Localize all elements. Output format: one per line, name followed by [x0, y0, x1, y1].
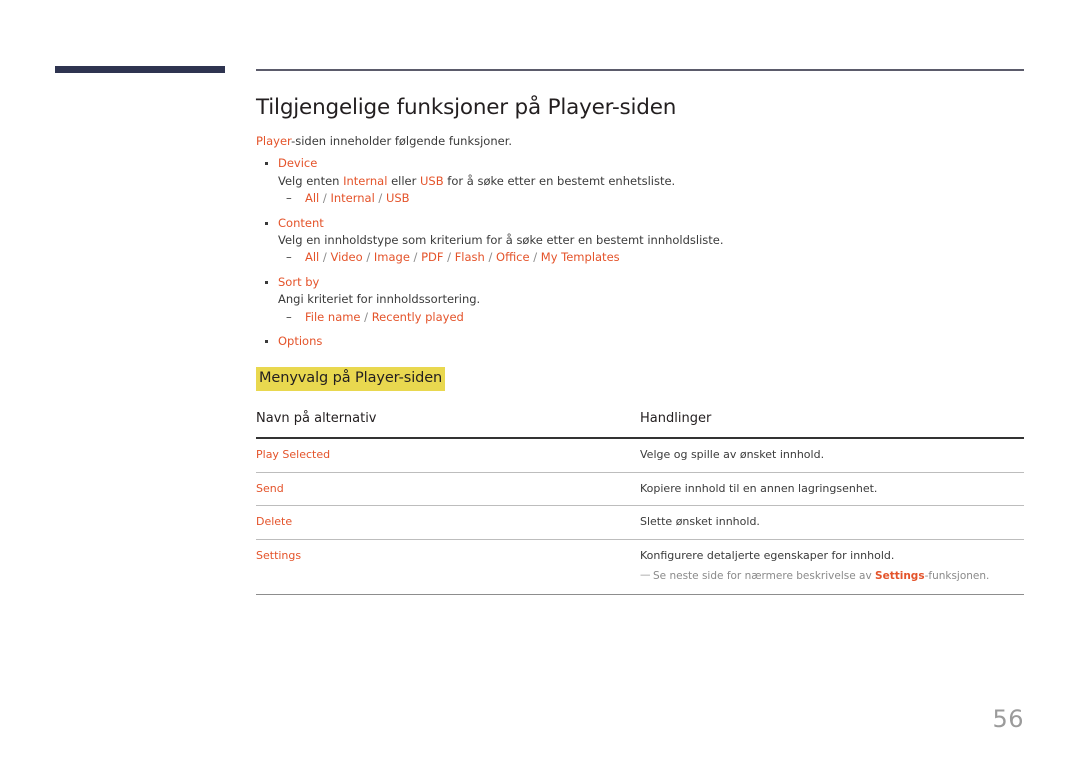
column-header-action: Handlinger: [640, 410, 712, 426]
feature-name: Content: [278, 215, 324, 230]
cell-option-action: Velge og spille av ønsket innhold.: [640, 437, 1024, 473]
cell-option-action: Konfigurere detaljerte egenskaper for in…: [640, 539, 1024, 595]
intro-rest: -siden inneholder følgende funksjoner.: [291, 133, 513, 148]
option-value: All: [305, 190, 320, 205]
section-heading-wrapper: Menyvalg på Player-siden: [256, 366, 1024, 391]
cell-option-name: Play Selected: [256, 437, 640, 473]
table-row: Settings Konfigurere detaljerte egenskap…: [256, 539, 1024, 595]
option-value: All: [305, 250, 320, 265]
list-item: Content Velg en innholdstype som kriteri…: [256, 215, 1024, 267]
dash-marker: –: [286, 190, 292, 205]
note-dash-marker: —: [640, 569, 651, 582]
intro-paragraph: Player-siden inneholder følgende funksjo…: [256, 133, 1024, 150]
option-separator: /: [484, 250, 497, 265]
desc-keyword-1: Internal: [343, 173, 388, 188]
desc-keyword-2: USB: [420, 173, 444, 188]
desc-part-1: Velg enten: [278, 173, 344, 188]
option-value: Video: [330, 250, 363, 265]
options-table: Navn på alternativ Handlinger Play Selec…: [256, 411, 1024, 595]
section-heading: Menyvalg på Player-siden: [256, 366, 446, 391]
option-separator: /: [319, 250, 331, 265]
cell-option-action: Slette ønsket innhold.: [640, 505, 1024, 541]
feature-options-row: – All / Video / Image / PDF / Flash / Off…: [278, 249, 1024, 267]
option-value: Flash: [454, 250, 485, 265]
dash-marker: –: [286, 250, 292, 265]
option-value: File name: [305, 309, 361, 324]
header-accent-bar: [55, 66, 225, 73]
page-content: Tilgjengelige funksjoner på Player-siden…: [256, 95, 1024, 595]
cell-option-name: Send: [256, 472, 640, 507]
page-title: Tilgjengelige funksjoner på Player-siden: [256, 95, 677, 120]
feature-name: Options: [278, 334, 323, 349]
header-rule: [256, 69, 1024, 71]
table-row: Send Kopiere innhold til en annen lagrin…: [256, 472, 1024, 507]
note-before: Se neste side for nærmere beskrivelse av: [653, 570, 876, 583]
feature-options: All / Internal / USB: [286, 190, 410, 208]
dash-marker: –: [286, 309, 292, 324]
feature-options: File name / Recently played: [286, 309, 464, 327]
table-body: Play Selected Velge og spille av ønsket …: [256, 437, 1024, 595]
cell-option-name: Settings: [256, 539, 640, 595]
option-separator: /: [319, 190, 331, 205]
table-header: Navn på alternativ Handlinger: [256, 411, 1024, 438]
table-row: Play Selected Velge og spille av ønsket …: [256, 437, 1024, 473]
desc-part-3: for å søke etter en bestemt enhetsliste.: [443, 173, 676, 188]
desc-part-2: eller: [387, 173, 421, 188]
cell-option-action: Kopiere innhold til en annen lagringsenh…: [640, 472, 1024, 507]
note-after: -funksjonen.: [924, 570, 990, 583]
option-value: Internal: [330, 190, 375, 205]
option-separator: /: [529, 250, 541, 265]
intro-keyword: Player: [256, 133, 292, 148]
option-value: USB: [385, 190, 410, 205]
option-value: Office: [496, 250, 530, 265]
cell-option-name: Delete: [256, 505, 640, 541]
option-value: PDF: [421, 250, 444, 265]
list-item: Sort by Angi kriteriet for innholdssorte…: [256, 274, 1024, 326]
column-header-name: Navn på alternativ: [256, 410, 377, 426]
cell-note: — Se neste side for nærmere beskrivelse a…: [640, 569, 1024, 584]
feature-list: Device Velg enten Internal eller USB for…: [256, 155, 1024, 350]
feature-options: All / Video / Image / PDF / Flash / Offi…: [286, 249, 620, 267]
desc-part-1: Velg en innholdstype som kriterium for å…: [278, 232, 724, 247]
feature-description: Velg en innholdstype som kriterium for å…: [278, 232, 1024, 249]
feature-options-row: – All / Internal / USB: [278, 190, 1024, 208]
feature-description: Velg enten Internal eller USB for å søke…: [278, 173, 1024, 190]
feature-description: Angi kriteriet for innholdssortering.: [278, 291, 1024, 308]
option-value: My Templates: [540, 250, 620, 265]
option-value: Image: [373, 250, 410, 265]
feature-name: Device: [278, 156, 318, 171]
list-item: Device Velg enten Internal eller USB for…: [256, 155, 1024, 207]
page-number: 56: [992, 705, 1024, 733]
option-separator: /: [409, 250, 422, 265]
table-row: Delete Slette ønsket innhold.: [256, 505, 1024, 541]
feature-options-row: – File name / Recently played: [278, 309, 1024, 327]
feature-name: Sort by: [278, 275, 320, 290]
note-keyword: Settings: [875, 570, 925, 583]
option-value: Recently played: [371, 309, 464, 324]
table-header-row: Navn på alternativ Handlinger: [256, 411, 1024, 438]
list-item: Options: [256, 333, 1024, 350]
desc-part-1: Angi kriteriet for innholdssortering.: [278, 292, 481, 307]
option-separator: /: [443, 250, 455, 265]
option-separator: /: [362, 250, 374, 265]
option-separator: /: [360, 309, 372, 324]
cell-action-text: Konfigurere detaljerte egenskaper for in…: [640, 549, 895, 563]
option-separator: /: [374, 190, 386, 205]
